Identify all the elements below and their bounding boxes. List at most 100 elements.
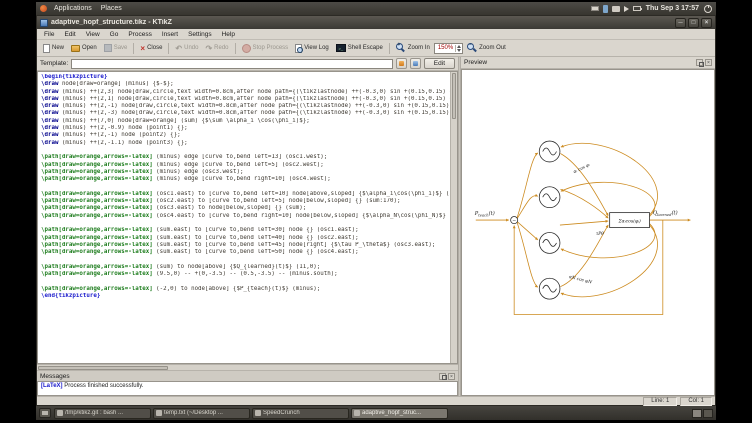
edit-template-button[interactable]: Edit	[424, 58, 455, 69]
window-icon	[57, 410, 63, 416]
code-command: \draw	[41, 118, 58, 124]
code-command: \draw	[41, 81, 58, 87]
open-button[interactable]: Open	[68, 44, 100, 53]
new-file-icon	[43, 44, 50, 53]
code-line	[41, 278, 450, 285]
minimize-button[interactable]: ─	[675, 18, 686, 28]
taskbar-item[interactable]: adaptive_hopf_struc...	[351, 408, 448, 419]
menu-item[interactable]: Settings	[183, 31, 217, 38]
code-command: \draw	[41, 140, 58, 146]
code-command: \path[draw=orange,arrows=-latex]	[41, 242, 153, 248]
zoom-in-button[interactable]: +Zoom In	[393, 42, 433, 54]
return-edge	[561, 143, 658, 215]
code-line: \draw (minus) ++(2,1) node[draw,circle,t…	[41, 96, 450, 103]
code-command: \path[draw=orange,arrows=-latex]	[41, 162, 153, 168]
mid-edge-label: τPθ	[596, 232, 604, 237]
stop-icon	[242, 44, 251, 53]
save-button[interactable]: Save	[101, 43, 131, 53]
return-edge	[561, 224, 655, 258]
messages-log[interactable]: [LaTeX] Process finished successfully.	[37, 381, 458, 396]
code-body: (minus) ++(2,-3) node[draw,circle,text w…	[58, 110, 450, 116]
taskbar-item[interactable]: SpeedCrunch	[252, 408, 349, 419]
network-icon[interactable]	[612, 6, 620, 12]
input-label: Pteach(t)	[474, 210, 495, 217]
maximize-button[interactable]: □	[688, 18, 699, 28]
taskbar-item[interactable]: temp.txt (~/Desktop ...	[153, 408, 250, 419]
menu-item[interactable]: Go	[105, 31, 124, 38]
editor-vertical-scrollbar[interactable]	[450, 72, 457, 363]
new-button[interactable]: New	[40, 43, 67, 54]
preview-panel-header[interactable]: Preview ×	[461, 57, 715, 69]
scrollbar-thumb[interactable]	[452, 73, 456, 119]
zoom-level-combobox[interactable]: 150%	[434, 43, 463, 54]
window-icon	[40, 19, 48, 27]
preview-pane: Preview ×	[461, 57, 715, 396]
menu-item[interactable]: Process	[123, 31, 156, 38]
gnome-top-panel: Applications Places Thu Sep 3 17:57	[36, 2, 716, 15]
code-body: (minus) ++(2,3) node[draw,circle,text wi…	[58, 89, 450, 95]
shell-escape-button[interactable]: >_Shell Escape	[333, 43, 386, 53]
applications-menu[interactable]: Applications	[52, 5, 94, 12]
zoom-spinner[interactable]	[455, 45, 461, 52]
mail-indicator-icon[interactable]	[591, 6, 599, 11]
clock[interactable]: Thu Sep 3 17:57	[646, 5, 699, 12]
close-panel-icon[interactable]: ×	[705, 59, 712, 66]
code-command: \path[draw=orange,arrows=-latex]	[41, 191, 153, 197]
code-command: \path[draw=orange,arrows=-latex]	[41, 213, 153, 219]
volume-icon[interactable]	[624, 6, 629, 12]
code-command: \begin{tikzpicture}	[41, 74, 107, 80]
workspace-cell[interactable]	[703, 409, 713, 418]
menu-item[interactable]: File	[39, 31, 59, 38]
titlebar[interactable]: adaptive_hopf_structure.tikz - KTikZ ─ □…	[37, 16, 715, 29]
close-file-button[interactable]: ×Close	[137, 43, 165, 54]
code-body: (sum.east) to [curve to,bend left=50] no…	[153, 249, 359, 255]
code-line: \draw (minus) ++(7,0) node[draw=orange] …	[41, 118, 450, 125]
terminal-icon: >_	[336, 44, 346, 52]
toolbar-separator	[133, 43, 134, 54]
workspace-switcher[interactable]	[692, 409, 713, 418]
fanin-edge	[560, 153, 608, 215]
code-body: (minus) ++(7,0) node[draw=orange] (sum) …	[58, 118, 309, 124]
open-template-icon[interactable]	[410, 58, 421, 69]
float-panel-icon[interactable]	[696, 59, 703, 66]
zoom-level-value: 150%	[438, 45, 453, 51]
taskbar-item[interactable]: /tmp/ktikz.git : bash ...	[54, 408, 151, 419]
distributor-logo-icon[interactable]	[40, 5, 47, 12]
code-editor[interactable]: \begin{tikzpicture} \draw node[draw=oran…	[38, 72, 450, 363]
editor-pane: Template: Edit \begin{tikzpicture} \draw…	[37, 57, 458, 396]
window-icon	[354, 410, 360, 416]
toolbar-separator	[235, 43, 236, 54]
code-line: \draw (minus) ++(2,-1) node (point2) {};	[41, 132, 450, 139]
undo-button[interactable]: ↶Undo	[172, 43, 201, 54]
menu-item[interactable]: Edit	[59, 31, 80, 38]
stop-process-button[interactable]: Stop Process	[239, 43, 292, 54]
code-body: (sum.east) to [curve to,bend left=40] no…	[153, 235, 359, 241]
bluetooth-icon[interactable]	[603, 5, 608, 13]
code-command: \path[draw=orange,arrows=-latex]	[41, 198, 153, 204]
messages-panel-header[interactable]: Messages ×	[37, 370, 458, 381]
reload-template-icon[interactable]	[396, 58, 407, 69]
code-line: \path[draw=orange,arrows=-latex] (sum.ea…	[41, 227, 450, 234]
code-command: \draw	[41, 103, 58, 109]
redo-button[interactable]: ↷Redo	[202, 43, 231, 54]
tikz-preview-svg: − Σαᵢcos(φᵢ) Pteach(t) Qlearned(t) αᵢ co…	[462, 70, 714, 395]
float-panel-icon[interactable]	[439, 373, 446, 380]
code-command: \path[draw=orange,arrows=-latex]	[41, 249, 153, 255]
workspace-cell[interactable]	[692, 409, 702, 418]
places-menu[interactable]: Places	[99, 5, 124, 12]
battery-icon[interactable]	[633, 6, 641, 11]
template-combobox[interactable]	[71, 59, 393, 69]
menu-item[interactable]: Insert	[157, 31, 183, 38]
code-command: \draw	[41, 125, 58, 131]
power-menu-icon[interactable]	[704, 5, 712, 13]
code-body: (sum) to node[above] {$Q_{learned}(t)$} …	[153, 264, 321, 270]
view-log-button[interactable]: View Log	[292, 43, 332, 54]
close-button[interactable]: ×	[701, 18, 712, 28]
code-line: \draw node[draw=orange] (minus) {$-$};	[41, 81, 450, 88]
zoom-out-button[interactable]: −Zoom Out	[464, 42, 509, 54]
code-line: \path[draw=orange,arrows=-latex] (minus)…	[41, 169, 450, 176]
menu-item[interactable]: View	[81, 31, 105, 38]
close-panel-icon[interactable]: ×	[448, 373, 455, 380]
menu-item[interactable]: Help	[217, 31, 240, 38]
show-desktop-button[interactable]	[39, 408, 51, 418]
